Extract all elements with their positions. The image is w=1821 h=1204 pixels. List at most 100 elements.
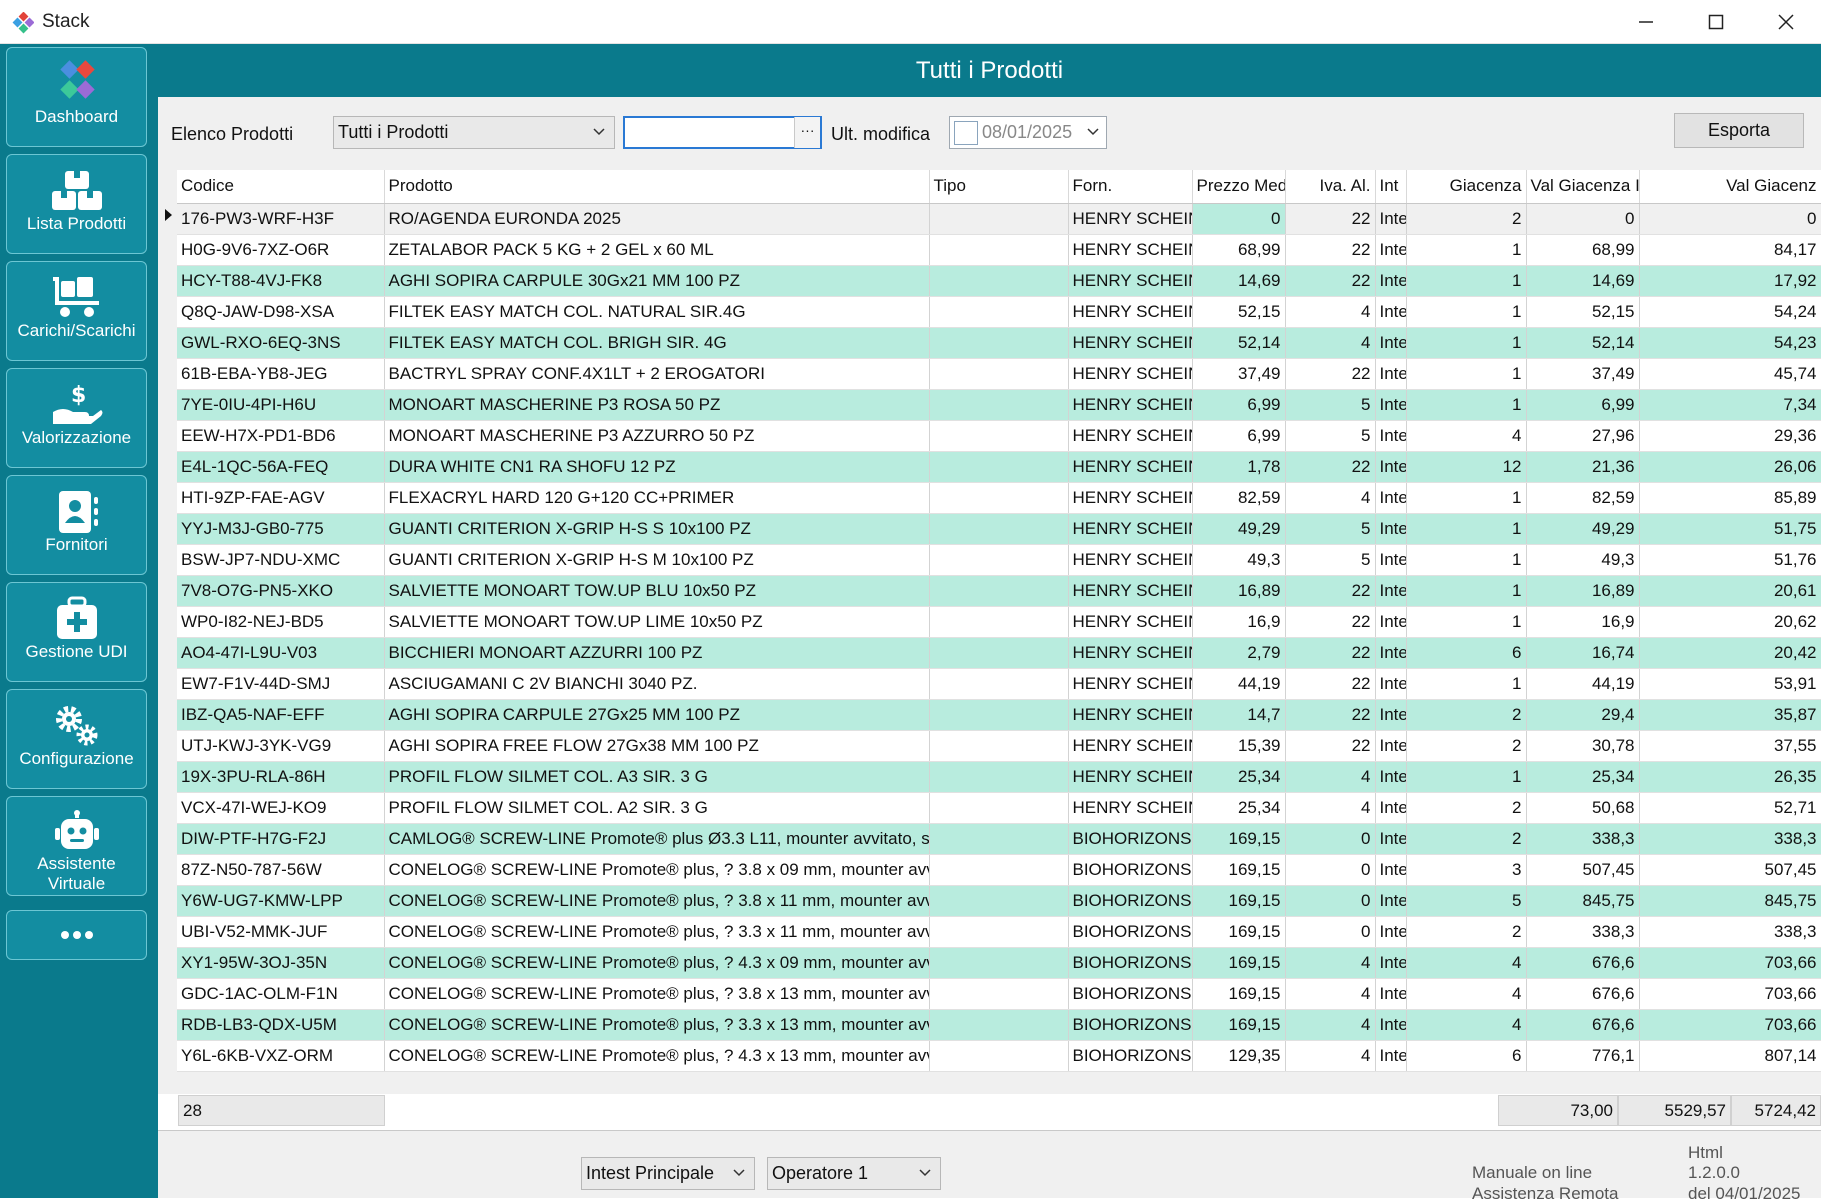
date-picker[interactable]: 08/01/2025 (949, 116, 1107, 149)
table-cell: Inte (1375, 513, 1407, 545)
close-button[interactable] (1751, 0, 1821, 44)
table-cell: AGHI SOPIRA CARPULE 27Gx25 MM 100 PZ (384, 699, 930, 731)
table-row[interactable]: GDC-1AC-OLM-F1N CONELOG® SCREW-LINE Promo… (177, 978, 1821, 1010)
table-cell: 2 (1406, 699, 1527, 731)
table-row[interactable]: Q8Q-JAW-D98-XSA FILTEK EASY MATCH COL. NA… (177, 296, 1821, 328)
export-button[interactable]: Esporta (1674, 113, 1804, 148)
table-cell: BIOHORIZONS (1068, 885, 1193, 917)
column-header[interactable]: Val Giacenz (1639, 170, 1821, 204)
column-header[interactable]: Iva. Al. (1285, 170, 1376, 204)
table-cell: 54,23 (1639, 327, 1821, 359)
bottom-bar: Intest Principale Operatore 1 Manuale on… (158, 1130, 1821, 1203)
sidebar-item-dashboard[interactable]: Dashboard (6, 47, 147, 147)
table-cell: HENRY SCHEIN (1068, 358, 1193, 390)
sidebar-item-configurazione[interactable]: Configurazione (6, 689, 147, 789)
table-row[interactable]: XY1-95W-3OJ-35N CONELOG® SCREW-LINE Promo… (177, 947, 1821, 979)
table-cell: 68,99 (1192, 234, 1286, 266)
table-row[interactable]: Y6W-UG7-KMW-LPP CONELOG® SCREW-LINE Promo… (177, 885, 1821, 917)
column-header[interactable]: Tipo (929, 170, 1069, 204)
table-row[interactable]: 19X-3PU-RLA-86H PROFIL FLOW SILMET COL. A… (177, 761, 1821, 793)
column-header[interactable]: Prezzo Med (1192, 170, 1286, 204)
table-row[interactable]: BSW-JP7-NDU-XMC GUANTI CRITERION X-GRIP H… (177, 544, 1821, 576)
table-row[interactable]: GWL-RXO-6EQ-3NS FILTEK EASY MATCH COL. BR… (177, 327, 1821, 359)
table-cell: 6 (1406, 1040, 1527, 1072)
date-checkbox[interactable] (954, 121, 978, 145)
table-cell: ASCIUGAMANI C 2V BIANCHI 3040 PZ. (384, 668, 930, 700)
table-row[interactable]: 87Z-N50-787-56W CONELOG® SCREW-LINE Promo… (177, 854, 1821, 886)
sidebar-item-lista-prodotti[interactable]: Lista Prodotti (6, 154, 147, 254)
column-header[interactable]: Int (1375, 170, 1407, 204)
table-cell: 169,15 (1192, 854, 1286, 886)
table-row[interactable]: EW7-F1V-44D-SMJ ASCIUGAMANI C 2V BIANCHI … (177, 668, 1821, 700)
operator-select[interactable]: Operatore 1 (767, 1157, 941, 1190)
manual-link[interactable]: Manuale on line (1472, 1163, 1592, 1183)
search-browse-button[interactable]: ··· (794, 117, 820, 148)
table-cell: 52,71 (1639, 792, 1821, 824)
sidebar-item-label: Configurazione (19, 749, 134, 768)
table-row[interactable]: WP0-I82-NEJ-BD5 SALVIETTE MONOART TOW.UP … (177, 606, 1821, 638)
table-cell: Inte (1375, 296, 1407, 328)
table-cell (929, 947, 1069, 979)
table-cell (929, 823, 1069, 855)
column-header[interactable]: Val Giacenza I (1526, 170, 1640, 204)
table-cell: 22 (1285, 668, 1376, 700)
table-row[interactable]: H0G-9V6-7XZ-O6R ZETALABOR PACK 5 KG + 2 G… (177, 234, 1821, 266)
table-cell: 52,14 (1526, 327, 1640, 359)
table-row[interactable]: AO4-47I-L9U-V03 BICCHIERI MONOART AZZURRI… (177, 637, 1821, 669)
total-val-giacenza: 5529,57 (1618, 1095, 1731, 1126)
maximize-button[interactable] (1681, 0, 1751, 44)
table-row[interactable]: 7YE-0IU-4PI-H6U MONOART MASCHERINE P3 ROS… (177, 389, 1821, 421)
column-header[interactable]: Prodotto (384, 170, 930, 204)
table-cell: BIOHORIZONS (1068, 854, 1193, 886)
search-input[interactable] (623, 116, 822, 149)
current-row-marker-icon (165, 209, 172, 221)
table-cell: 15,39 (1192, 730, 1286, 762)
table-cell: PROFIL FLOW SILMET COL. A3 SIR. 3 G (384, 761, 930, 793)
table-row[interactable]: Y6L-6KB-VXZ-ORM CONELOG® SCREW-LINE Promo… (177, 1040, 1821, 1072)
table-cell (929, 420, 1069, 452)
table-row[interactable]: IBZ-QA5-NAF-EFF AGHI SOPIRA CARPULE 27Gx2… (177, 699, 1821, 731)
intest-select[interactable]: Intest Principale (581, 1157, 755, 1190)
table-row[interactable]: RDB-LB3-QDX-U5M CONELOG® SCREW-LINE Promo… (177, 1009, 1821, 1041)
remote-assistance-link[interactable]: Assistenza Remota (1472, 1184, 1618, 1204)
table-row[interactable]: HTI-9ZP-FAE-AGV FLEXACRYL HARD 120 G+120 … (177, 482, 1821, 514)
sidebar-item-carichi-scarichi[interactable]: Carichi/Scarichi (6, 261, 147, 361)
table-cell: 22 (1285, 637, 1376, 669)
more-button[interactable] (6, 910, 147, 960)
table-cell: 20,61 (1639, 575, 1821, 607)
table-cell: GDC-1AC-OLM-F1N (177, 978, 385, 1010)
table-cell: 16,9 (1192, 606, 1286, 638)
table-cell: 1 (1406, 575, 1527, 607)
sidebar-item-valorizzazione[interactable]: $ Valorizzazione (6, 368, 147, 468)
table-cell: XY1-95W-3OJ-35N (177, 947, 385, 979)
table-row[interactable]: 176-PW3-WRF-H3F RO/AGENDA EURONDA 2025 HEN… (177, 203, 1821, 235)
table-row[interactable]: EEW-H7X-PD1-BD6 MONOART MASCHERINE P3 AZZ… (177, 420, 1821, 452)
table-row[interactable]: 7V8-O7G-PN5-XKO SALVIETTE MONOART TOW.UP … (177, 575, 1821, 607)
table-cell: 51,76 (1639, 544, 1821, 576)
column-header[interactable]: Codice (177, 170, 385, 204)
table-cell: 16,89 (1192, 575, 1286, 607)
table-row[interactable]: YYJ-M3J-GB0-775 GUANTI CRITERION X-GRIP H… (177, 513, 1821, 545)
table-cell: 0 (1192, 203, 1286, 235)
sidebar-item-fornitori[interactable]: Fornitori (6, 475, 147, 575)
table-cell: 5 (1406, 885, 1527, 917)
table-row[interactable]: UBI-V52-MMK-JUF CONELOG® SCREW-LINE Promo… (177, 916, 1821, 948)
table-row[interactable]: UTJ-KWJ-3YK-VG9 AGHI SOPIRA FREE FLOW 27G… (177, 730, 1821, 762)
table-cell: 1 (1406, 513, 1527, 545)
table-row[interactable]: HCY-T88-4VJ-FK8 AGHI SOPIRA CARPULE 30Gx2… (177, 265, 1821, 297)
table-row[interactable]: VCX-47I-WEJ-KO9 PROFIL FLOW SILMET COL. A… (177, 792, 1821, 824)
table-row[interactable]: DIW-PTF-H7G-F2J CAMLOG® SCREW-LINE Promot… (177, 823, 1821, 855)
list-select[interactable]: Tutti i Prodotti (333, 116, 615, 149)
sidebar-item-assistente-virtuale[interactable]: Assistente Virtuale (6, 796, 147, 896)
table-cell: 26,06 (1639, 451, 1821, 483)
table-cell: 1 (1406, 606, 1527, 638)
table-row[interactable]: 61B-EBA-YB8-JEG BACTRYL SPRAY CONF.4X1LT … (177, 358, 1821, 390)
column-header[interactable]: Forn. (1068, 170, 1193, 204)
column-header[interactable]: Giacenza (1406, 170, 1527, 204)
minimize-button[interactable] (1611, 0, 1681, 44)
sidebar-item-gestione-udi[interactable]: Gestione UDI (6, 582, 147, 682)
table-row[interactable]: E4L-1QC-56A-FEQ DURA WHITE CN1 RA SHOFU 1… (177, 451, 1821, 483)
table-cell: VCX-47I-WEJ-KO9 (177, 792, 385, 824)
table-cell: Inte (1375, 420, 1407, 452)
table-cell: HENRY SCHEIN (1068, 234, 1193, 266)
